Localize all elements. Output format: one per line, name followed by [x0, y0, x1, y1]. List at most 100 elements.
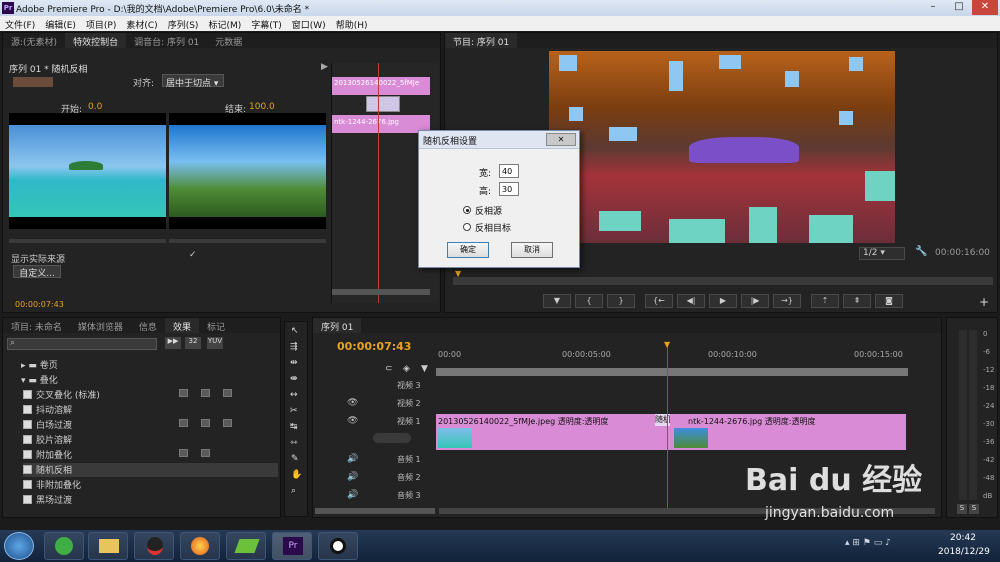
track-video-1[interactable]: 视频 1	[397, 416, 421, 427]
timeline-playhead[interactable]	[667, 342, 668, 508]
track-video-3[interactable]: 视频 3	[397, 380, 421, 391]
menu-title[interactable]: 字幕(T)	[246, 16, 287, 31]
accelerated-filter-icon[interactable]: ▶▶	[165, 337, 181, 349]
eye-icon[interactable]: 👁	[347, 416, 358, 426]
dialog-close-button[interactable]: ✕	[546, 133, 576, 146]
menu-project[interactable]: 项目(P)	[81, 16, 121, 31]
tray-icons[interactable]: ▴ ⊞ ⚑ ▭ ♪	[845, 538, 891, 548]
taskbar-app-firefox[interactable]	[180, 532, 220, 560]
effects-search-input[interactable]: ⌕	[7, 338, 157, 350]
ok-button[interactable]: 确定	[447, 242, 489, 258]
invert-target-radio[interactable]	[463, 223, 471, 231]
work-area-bar[interactable]	[436, 368, 908, 376]
step-forward-button[interactable]: |▶	[741, 294, 769, 308]
expand-arrow-icon[interactable]: ▶	[321, 62, 328, 72]
start-value[interactable]: 0.0	[88, 102, 102, 112]
custom-button[interactable]: 自定义...	[13, 265, 61, 279]
tab-audio-mixer[interactable]: 调音台: 序列 01	[126, 33, 207, 48]
track-select-tool-icon[interactable]: ⇶	[290, 342, 298, 352]
timeline-ruler[interactable]: 00:00 00:00:05:00 00:00:10:00 00:00:15:0…	[436, 346, 939, 364]
folder-dissolve[interactable]: ▾ ▬ 叠化	[21, 373, 58, 386]
slide-tool-icon[interactable]: ⇿	[290, 438, 298, 448]
menu-marker[interactable]: 标记(M)	[203, 16, 246, 31]
taskbar-app-qq[interactable]	[134, 532, 174, 560]
razor-tool-icon[interactable]: ✂	[290, 406, 298, 416]
effect-item[interactable]: 黑场过渡	[23, 493, 278, 507]
go-to-out-button[interactable]: →}	[773, 294, 801, 308]
eye-icon[interactable]: 👁	[347, 398, 358, 408]
hand-tool-icon[interactable]: ✋	[291, 470, 302, 480]
tab-info[interactable]: 信息	[131, 318, 165, 333]
wrench-icon[interactable]: 🔧	[915, 246, 927, 257]
maximize-button[interactable]: □	[946, 0, 972, 15]
speaker-icon[interactable]: 🔊	[347, 490, 358, 500]
end-slider[interactable]	[169, 239, 326, 243]
taskbar-app-camtasia[interactable]	[226, 532, 266, 560]
effect-item-selected[interactable]: 随机反相	[23, 463, 278, 477]
width-field[interactable]	[499, 164, 519, 178]
taskbar-app-explorer[interactable]	[88, 532, 128, 560]
end-value[interactable]: 100.0	[249, 102, 275, 112]
tab-effects[interactable]: 效果	[164, 318, 199, 333]
marker-icon[interactable]: ◈	[403, 364, 410, 374]
rate-stretch-tool-icon[interactable]: ↔	[290, 390, 298, 400]
slip-tool-icon[interactable]: ↹	[290, 422, 298, 432]
timeline-h-scrollbar[interactable]	[315, 508, 435, 514]
mini-scrollbar[interactable]	[332, 289, 430, 295]
clip-video-1b[interactable]: ntk-1244-2676.jpg 透明度:透明度	[670, 414, 906, 450]
taskbar-app-360[interactable]	[44, 532, 84, 560]
start-button[interactable]	[4, 532, 34, 560]
speaker-icon[interactable]: 🔊	[347, 454, 358, 464]
snap-icon[interactable]: ⊂	[385, 364, 393, 374]
track-audio-3[interactable]: 音频 3	[397, 490, 421, 501]
mini-transition[interactable]	[366, 96, 400, 112]
timeline-timecode[interactable]: 00:00:07:43	[337, 340, 411, 353]
pen-tool-icon[interactable]: ✎	[291, 454, 299, 464]
playhead-handle-icon[interactable]: ▼	[664, 340, 670, 349]
track-audio-2[interactable]: 音频 2	[397, 472, 421, 483]
effect-item[interactable]: 胶片溶解	[23, 433, 278, 447]
track-video-2[interactable]: 视频 2	[397, 398, 421, 409]
export-frame-button[interactable]: ◙	[875, 294, 903, 308]
add-button-icon[interactable]: +	[979, 295, 989, 309]
tab-program[interactable]: 节目: 序列 01	[445, 33, 518, 48]
step-back-button[interactable]: ◀|	[677, 294, 705, 308]
tab-source[interactable]: 源:(无素材)	[3, 33, 65, 48]
go-to-in-button[interactable]: {←	[645, 294, 673, 308]
speaker-icon[interactable]: 🔊	[347, 472, 358, 482]
lift-button[interactable]: ⇡	[811, 294, 839, 308]
play-button[interactable]: ▶	[709, 294, 737, 308]
effect-item[interactable]: 抖动溶解	[23, 403, 278, 417]
mark-in-button[interactable]: {	[575, 294, 603, 308]
menu-sequence[interactable]: 序列(S)	[163, 16, 204, 31]
menu-clip[interactable]: 素材(C)	[121, 16, 162, 31]
zoom-dropdown[interactable]: 1/2 ▾	[859, 247, 905, 260]
keyframe-nav[interactable]	[373, 433, 411, 443]
tab-media-browser[interactable]: 媒体浏览器	[70, 318, 131, 333]
start-slider[interactable]	[9, 239, 166, 243]
taskbar-app-premiere[interactable]: Pr	[272, 532, 312, 560]
effect-item[interactable]: 交叉叠化 (标准)	[23, 388, 278, 402]
taskbar-app-recorder[interactable]	[318, 532, 358, 560]
mark-out-button[interactable]: }	[607, 294, 635, 308]
align-dropdown[interactable]: 居中于切点 ▾	[162, 74, 224, 89]
height-field[interactable]	[499, 182, 519, 196]
show-actual-checkbox[interactable]: ✓	[189, 250, 197, 260]
tab-markers[interactable]: 标记	[199, 318, 233, 333]
invert-source-radio[interactable]	[463, 206, 471, 214]
selection-tool-icon[interactable]: ↖	[291, 326, 299, 336]
tab-effect-controls[interactable]: 特效控制台	[65, 33, 127, 48]
effect-item[interactable]: 附加叠化	[23, 448, 278, 462]
zoom-tool-icon[interactable]: ⌕	[291, 486, 296, 496]
track-audio-1[interactable]: 音频 1	[397, 454, 421, 465]
folder-page-peel[interactable]: ▸ ▬ 卷页	[21, 358, 58, 371]
close-button[interactable]: ✕	[972, 0, 998, 15]
menu-window[interactable]: 窗口(W)	[287, 16, 331, 31]
tab-sequence[interactable]: 序列 01	[313, 318, 362, 333]
tab-metadata[interactable]: 元数据	[207, 33, 250, 48]
ripple-edit-tool-icon[interactable]: ⇹	[290, 358, 298, 368]
tab-project[interactable]: 项目: 未命名	[3, 318, 70, 333]
menu-help[interactable]: 帮助(H)	[331, 16, 373, 31]
cancel-button[interactable]: 取消	[511, 242, 553, 258]
yuv-filter-icon[interactable]: YUV	[207, 337, 223, 349]
